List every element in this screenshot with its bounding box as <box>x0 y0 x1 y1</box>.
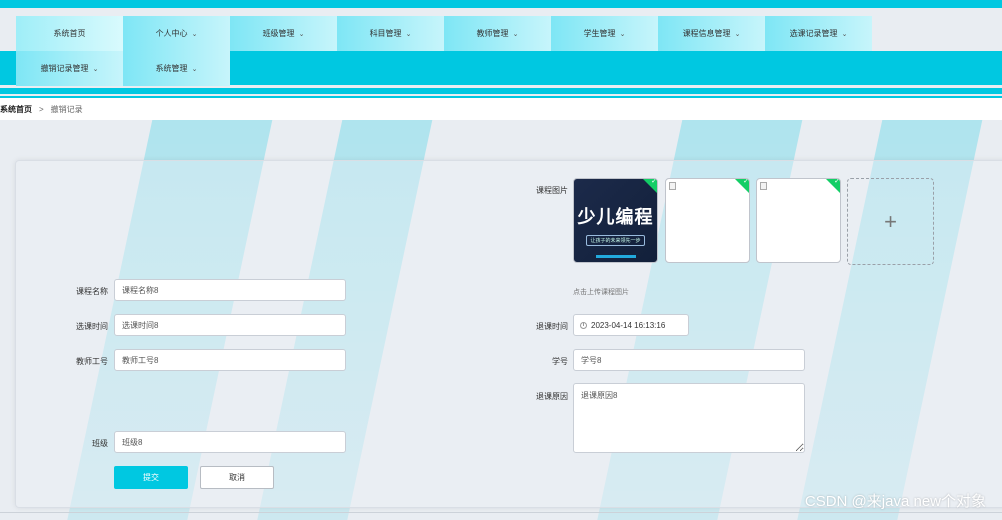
main-nav: 系统首页 个人中心 ⌄ 班级管理 ⌄ 科目管理 ⌄ 教师管理 ⌄ 学生管理 ⌄ 课程信息管… <box>16 16 976 86</box>
nav-item-subject-management[interactable]: 科目管理 ⌄ <box>337 16 444 51</box>
nav-label: 选课记录管理 <box>789 29 838 38</box>
image-upload-button[interactable]: + <box>847 178 934 265</box>
broken-image-icon <box>669 182 676 190</box>
thumb-decoration <box>596 255 636 258</box>
chevron-down-icon: ⌄ <box>191 65 198 73</box>
nav-label: 个人中心 <box>155 29 188 38</box>
withdraw-reason-textarea[interactable]: 退课原因8 <box>573 383 805 453</box>
nav-label: 系统首页 <box>53 29 86 38</box>
top-nav-bar: 系统首页 个人中心 ⌄ 班级管理 ⌄ 科目管理 ⌄ 教师管理 ⌄ 学生管理 ⌄ 课程信息管… <box>0 0 1002 96</box>
breadcrumb-separator: > <box>39 104 44 114</box>
thumb-title: 少儿编程 <box>577 207 654 227</box>
teacher-id-label: 教师工号 <box>76 357 108 366</box>
upload-hint: 点击上传课程图片 <box>573 289 629 296</box>
select-time-label: 选课时间 <box>76 322 108 331</box>
chevron-down-icon: ⌄ <box>841 30 848 38</box>
chevron-down-icon: ⌄ <box>734 30 741 38</box>
withdraw-reason-label: 退课原因 <box>536 392 568 401</box>
footer-divider <box>0 512 1002 513</box>
nav-label: 科目管理 <box>369 29 402 38</box>
cancel-button[interactable]: 取消 <box>200 466 274 489</box>
nav-item-personal-center[interactable]: 个人中心 ⌄ <box>123 16 230 51</box>
broken-image-icon <box>760 182 767 190</box>
withdraw-time-picker[interactable]: 2023-04-14 16:13:16 <box>573 314 689 336</box>
chevron-down-icon: ⌄ <box>405 30 412 38</box>
course-image-thumbnail[interactable] <box>665 178 750 263</box>
nav-item-teacher-management[interactable]: 教师管理 ⌄ <box>444 16 551 51</box>
student-id-input[interactable] <box>573 349 805 371</box>
nav-label: 教师管理 <box>476 29 509 38</box>
nav-item-class-management[interactable]: 班级管理 ⌄ <box>230 16 337 51</box>
chevron-down-icon: ⌄ <box>92 65 99 73</box>
upload-success-icon <box>825 179 840 194</box>
nav-label: 课程信息管理 <box>682 29 731 38</box>
class-label: 班级 <box>92 439 108 448</box>
nav-item-system-management[interactable]: 系统管理 ⌄ <box>123 51 230 86</box>
nav-label: 撤销记录管理 <box>40 64 89 73</box>
breadcrumb: 系统首页 > 撤销记录 <box>0 96 1002 120</box>
clock-icon <box>580 321 587 329</box>
nav-item-selection-record-management[interactable]: 选课记录管理 ⌄ <box>765 16 872 51</box>
course-image-label: 课程图片 <box>536 186 568 195</box>
breadcrumb-current: 撤销记录 <box>50 104 83 114</box>
top-band <box>0 0 1002 8</box>
withdraw-time-label: 退课时间 <box>536 322 568 331</box>
submit-button[interactable]: 提交 <box>114 466 188 489</box>
chevron-down-icon: ⌄ <box>298 30 305 38</box>
course-name-label: 课程名称 <box>76 287 108 296</box>
upload-success-icon <box>734 179 749 194</box>
student-id-label: 学号 <box>552 357 568 366</box>
course-image-thumbnail[interactable] <box>756 178 841 263</box>
chevron-down-icon: ⌄ <box>191 30 198 38</box>
teacher-id-input[interactable] <box>114 349 346 371</box>
nav-item-course-info-management[interactable]: 课程信息管理 ⌄ <box>658 16 765 51</box>
nav-label: 系统管理 <box>155 64 188 73</box>
breadcrumb-home[interactable]: 系统首页 <box>0 104 32 115</box>
chevron-down-icon: ⌄ <box>512 30 519 38</box>
nav-label: 学生管理 <box>583 29 616 38</box>
nav-item-home[interactable]: 系统首页 <box>16 16 123 51</box>
chevron-down-icon: ⌄ <box>619 30 626 38</box>
withdraw-time-value: 2023-04-14 16:13:16 <box>591 320 666 330</box>
watermark: CSDN @来java new个对象 <box>804 493 986 510</box>
nav-item-withdraw-record-management[interactable]: 撤销记录管理 ⌄ <box>16 51 123 86</box>
course-name-input[interactable] <box>114 279 346 301</box>
course-image-thumbnail[interactable]: 少儿编程 让孩子的未来领先一步 <box>573 178 658 263</box>
class-input[interactable] <box>114 431 346 453</box>
upload-success-icon <box>642 179 657 194</box>
nav-item-student-management[interactable]: 学生管理 ⌄ <box>551 16 658 51</box>
select-time-input[interactable] <box>114 314 346 336</box>
top-band <box>0 88 1002 94</box>
thumb-subtitle: 让孩子的未来领先一步 <box>586 235 645 246</box>
nav-label: 班级管理 <box>262 29 295 38</box>
plus-icon: + <box>884 208 897 234</box>
